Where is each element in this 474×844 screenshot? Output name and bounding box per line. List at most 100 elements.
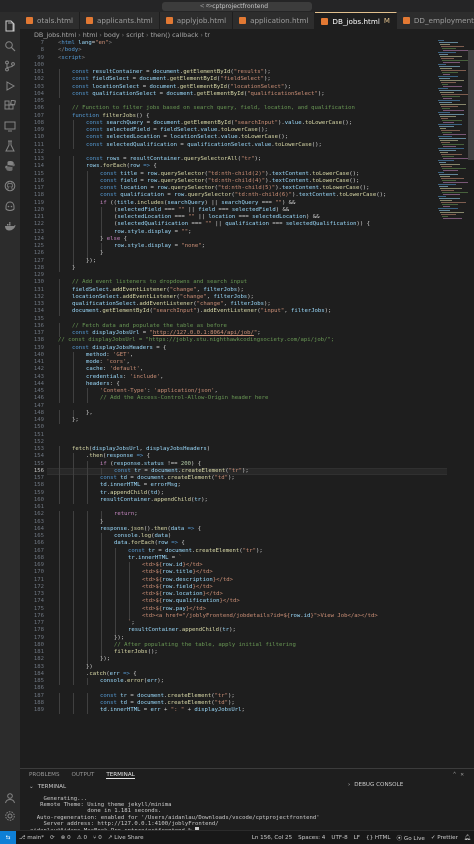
remote-explorer-icon[interactable] (4, 120, 16, 132)
code-line[interactable]: (selectedQualification === "" || qualifi… (114, 221, 370, 228)
code-line[interactable]: const searchQuery = document.getElementB… (86, 120, 352, 127)
account-icon[interactable] (4, 792, 16, 804)
code-line[interactable]: `; (128, 620, 135, 627)
cursor-position[interactable]: Ln 156, Col 25 (249, 835, 295, 841)
tab-problems[interactable]: PROBLEMS (29, 772, 60, 778)
code-line[interactable]: <td>${row.field}</td> (142, 584, 213, 591)
code-line[interactable]: row.style.display = ""; (114, 229, 192, 236)
code-line[interactable]: const locationSelect = document.getEleme… (72, 84, 291, 91)
code-line[interactable]: } (100, 519, 103, 526)
code-line[interactable]: }; (72, 417, 79, 424)
extensions-icon[interactable] (4, 100, 16, 112)
python-icon[interactable] (4, 160, 16, 172)
code-line[interactable]: method: 'GET', (86, 352, 133, 359)
code-line[interactable]: const displayJobsHeaders = { (72, 345, 166, 352)
breadcrumb-item[interactable]: html (83, 31, 98, 39)
tab-db-jobs-html[interactable]: DB_jobs.html M (315, 12, 397, 29)
code-line[interactable]: }) (86, 664, 93, 671)
code-line[interactable]: // Add event listeners to dropdowns and … (72, 279, 247, 286)
tab-dd-employmentpredictor-html[interactable]: DD_employmentpredictor.htmlU (396, 12, 474, 29)
code-editor[interactable]: 7 8 99 100 101 102 103 104 105 106 107 108 109 110 111… (20, 40, 474, 768)
git-branch[interactable]: ⎇ main* (16, 835, 47, 841)
code-line[interactable]: }); (114, 635, 124, 642)
code-line[interactable]: // After populating the table, apply ini… (114, 642, 296, 649)
code-line[interactable]: const selectedField = fieldSelect.value.… (86, 127, 268, 134)
tab-terminal[interactable]: TERMINAL (106, 772, 135, 779)
explorer-icon[interactable] (4, 20, 16, 32)
code-line[interactable]: // Function to filter jobs based on sear… (72, 105, 355, 112)
breadcrumb-item[interactable]: body (104, 31, 120, 39)
scrollbar-thumb[interactable] (468, 50, 474, 160)
code-line[interactable]: function filterJobs() { (72, 113, 150, 120)
code-line[interactable]: (selectedField === "" || field === selec… (114, 207, 289, 214)
code-line[interactable]: }); (86, 258, 96, 265)
nav-arrows[interactable]: < > (200, 2, 213, 10)
code-line[interactable]: fieldSelect.addEventListener("change", f… (72, 287, 244, 294)
code-line[interactable]: const field = row.querySelector("td:nth-… (100, 178, 359, 185)
code-line[interactable]: locationSelect.addEventListener("change"… (72, 294, 254, 301)
command-center-search[interactable]: ⌕ cptprojectfrontend (162, 1, 312, 11)
code-line[interactable]: }); (100, 656, 110, 663)
testing-icon[interactable] (4, 140, 16, 152)
code-line[interactable]: (selectedLocation === "" || location ===… (114, 214, 320, 221)
go-live-button[interactable]: ⦿ Go Live (394, 834, 428, 842)
code-line[interactable]: const tr = document.createElement("tr"); (100, 693, 235, 700)
tab-applyjob-html[interactable]: applyjob.html (159, 12, 234, 29)
code-line[interactable]: } (100, 250, 103, 257)
code-line[interactable]: <td><a href="/joblyFrontend/jobdetails?i… (142, 613, 378, 620)
code-line[interactable]: tr.innerHTML = ` (128, 555, 182, 562)
code-line[interactable]: data.forEach(row => { (114, 540, 185, 547)
code-line[interactable]: // const displayJobsUrl = "https://jobly… (58, 337, 334, 344)
code-line[interactable]: <html lang="en"> (58, 40, 112, 47)
code-line[interactable]: td.innerHTML = err + ": " + displayJobsU… (100, 707, 245, 714)
code-line[interactable]: document.getElementById("searchInput").a… (72, 308, 331, 315)
code-line[interactable]: .catch(err => { (86, 671, 137, 678)
tab-output[interactable]: OUTPUT (72, 772, 95, 778)
code-line[interactable]: response.json().then(data => { (100, 526, 201, 533)
code-line[interactable]: credentials: 'include', (86, 374, 163, 381)
chevron-right-icon[interactable]: › (348, 782, 350, 788)
code-line[interactable]: cache: 'default', (86, 366, 143, 373)
breadcrumb-item[interactable]: DB_jobs.html (34, 31, 76, 39)
run-debug-icon[interactable] (4, 80, 16, 92)
code-line[interactable]: <td>${row.location}</td> (142, 591, 223, 598)
chevron-down-icon[interactable]: ⌄ (29, 784, 34, 790)
code-line[interactable]: <td>${row.description}</td> (142, 577, 233, 584)
tab-applicants-html[interactable]: applicants.html (80, 12, 160, 29)
code-line[interactable]: const qualificationSelect = document.get… (72, 91, 325, 98)
code-line[interactable]: const selectedLocation = locationSelect.… (86, 134, 288, 141)
live-share-button[interactable]: ↗ Live Share (105, 835, 147, 841)
docker-icon[interactable] (4, 220, 16, 232)
code-line[interactable]: rows.forEach(row => { (86, 163, 157, 170)
editor-scrollbar[interactable] (468, 40, 474, 768)
language-mode[interactable]: {} HTML (363, 835, 393, 841)
code-line[interactable]: // Fetch data and populate the table as … (72, 323, 227, 330)
settings-gear-icon[interactable] (4, 810, 16, 822)
code-line[interactable]: const selectedQualification = qualificat… (86, 142, 322, 149)
problems-errors[interactable]: ⊗ 0 (58, 835, 74, 841)
terminal-header[interactable]: ⌄ TERMINAL (20, 782, 474, 792)
code-line[interactable]: tr.appendChild(td); (100, 490, 164, 497)
code-line[interactable]: const displayJobsUrl = "http://127.0.0.1… (72, 330, 261, 337)
code-line[interactable]: <td>${row.title}</td> (142, 569, 213, 576)
code-line[interactable]: console.error(err); (100, 678, 164, 685)
code-line[interactable]: }, (86, 410, 93, 417)
code-line[interactable]: const tr = document.createElement("tr"); (128, 548, 263, 555)
code-line[interactable]: <script> (58, 55, 85, 62)
code-line[interactable]: row.style.display = "none"; (114, 243, 205, 250)
code-line[interactable]: const td = document.createElement("td"); (100, 700, 235, 707)
code-line[interactable]: const fieldSelect = document.getElementB… (72, 76, 271, 83)
code-line[interactable]: const resultContainer = document.getElem… (72, 69, 271, 76)
debug-console-header[interactable]: › DEBUG CONSOLE (348, 782, 403, 788)
code-line[interactable]: <td>${row.id}</td> (142, 562, 203, 569)
minimap[interactable] (438, 40, 470, 240)
breadcrumb-item[interactable]: then() callback (151, 31, 199, 39)
code-line[interactable]: 'Content-Type': 'application/json', (100, 388, 218, 395)
code-line[interactable]: fetch(displayJobsUrl, displayJobsHeaders… (72, 446, 210, 453)
code-line[interactable]: headers: { (86, 381, 120, 388)
code-line[interactable]: console.log(data) (114, 533, 171, 540)
code-line[interactable]: } (72, 265, 75, 272)
code-line[interactable]: const td = document.createElement("td"); (100, 475, 235, 482)
copilot-icon[interactable] (4, 200, 16, 212)
end-of-line[interactable]: LF (351, 835, 363, 841)
